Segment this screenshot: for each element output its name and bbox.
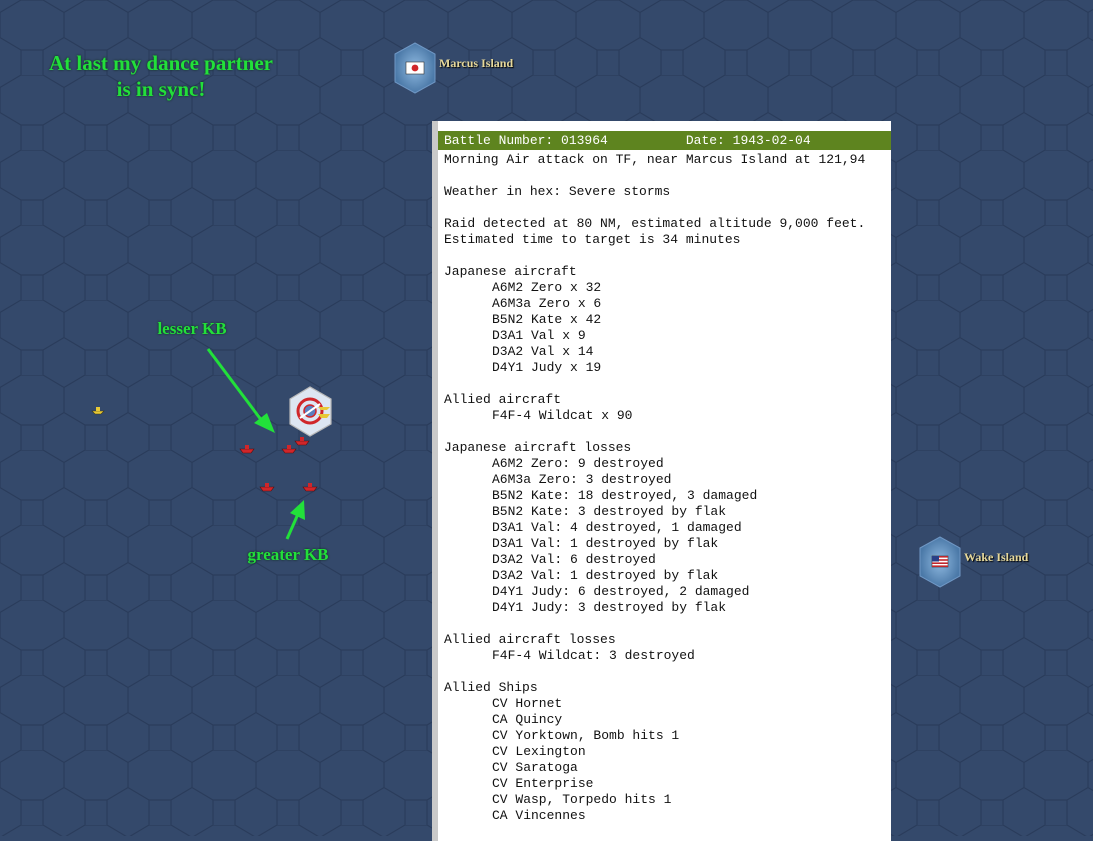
annotation-main-line1: At last my dance partner — [49, 51, 273, 75]
report-line: CV Saratoga — [492, 760, 578, 775]
report-line — [444, 376, 891, 392]
report-line — [444, 424, 891, 440]
annotation-greater-kb: greater KB — [247, 545, 329, 564]
report-line — [444, 168, 891, 184]
report-line: CV Hornet — [492, 696, 563, 711]
japan-flag-icon — [405, 61, 425, 75]
combat-report-window[interactable]: Battle Number: 013964 Date: 1943-02-04 M… — [432, 121, 891, 841]
us-flag-icon — [931, 555, 949, 568]
report-line — [444, 200, 891, 216]
report-line: CA Quincy — [492, 712, 563, 727]
report-line: D4Y1 Judy: 6 destroyed, 2 damaged — [492, 584, 750, 599]
report-line: B5N2 Kate: 18 destroyed, 3 damaged — [492, 488, 758, 503]
report-line: F4F-4 Wildcat x 90 — [492, 408, 633, 423]
report-line: D4Y1 Judy x 19 — [492, 360, 602, 375]
report-line — [444, 616, 891, 632]
report-line: Raid detected at 80 NM, estimated altitu… — [444, 216, 866, 231]
report-line: B5N2 Kate: 3 destroyed by flak — [492, 504, 727, 519]
report-line: A6M2 Zero x 32 — [492, 280, 602, 295]
report-line: F4F-4 Wildcat: 3 destroyed — [492, 648, 695, 663]
marcus-island-hex[interactable] — [394, 42, 436, 94]
report-line: Morning Air attack on TF, near Marcus Is… — [444, 152, 866, 167]
report-line: D3A2 Val: 1 destroyed by flak — [492, 568, 719, 583]
report-line: Estimated time to target is 34 minutes — [444, 232, 741, 247]
report-line: CV Enterprise — [492, 776, 594, 791]
annotation-main: At last my dance partner is in sync! — [20, 50, 302, 102]
report-line: CA Vincennes — [492, 808, 586, 823]
report-line: Japanese aircraft — [444, 264, 577, 279]
report-line — [444, 248, 891, 264]
report-line: D3A1 Val x 9 — [492, 328, 586, 343]
combat-report-body: Morning Air attack on TF, near Marcus Is… — [438, 150, 891, 824]
report-line: CV Wasp, Torpedo hits 1 — [492, 792, 672, 807]
report-line: D3A2 Val x 14 — [492, 344, 594, 359]
wake-island-label: Wake Island — [964, 550, 1029, 564]
report-line: CV Lexington — [492, 744, 586, 759]
report-line: Allied aircraft losses — [444, 632, 616, 647]
combat-report-header: Battle Number: 013964 Date: 1943-02-04 — [438, 131, 891, 150]
wake-island-hex[interactable] — [919, 536, 961, 588]
battle-date: Date: 1943-02-04 — [685, 133, 811, 148]
report-line: A6M2 Zero: 9 destroyed — [492, 456, 664, 471]
report-line: D3A2 Val: 6 destroyed — [492, 552, 656, 567]
report-line: Japanese aircraft losses — [444, 440, 632, 455]
report-line: D3A1 Val: 4 destroyed, 1 damaged — [492, 520, 742, 535]
report-line: Weather in hex: Severe storms — [444, 184, 671, 199]
report-line: CV Yorktown, Bomb hits 1 — [492, 728, 680, 743]
report-line: A6M3a Zero: 3 destroyed — [492, 472, 672, 487]
report-line — [444, 664, 891, 680]
annotation-main-line2: is in sync! — [116, 77, 206, 101]
report-line: A6M3a Zero x 6 — [492, 296, 602, 311]
report-line: D3A1 Val: 1 destroyed by flak — [492, 536, 719, 551]
report-line: Allied Ships — [444, 680, 538, 695]
battle-number: Battle Number: 013964 — [444, 133, 608, 148]
report-line: D4Y1 Judy: 3 destroyed by flak — [492, 600, 727, 615]
annotation-lesser-kb: lesser KB — [157, 319, 227, 338]
report-line: Allied aircraft — [444, 392, 562, 407]
marcus-island-label: Marcus Island — [439, 56, 514, 70]
report-line: B5N2 Kate x 42 — [492, 312, 602, 327]
